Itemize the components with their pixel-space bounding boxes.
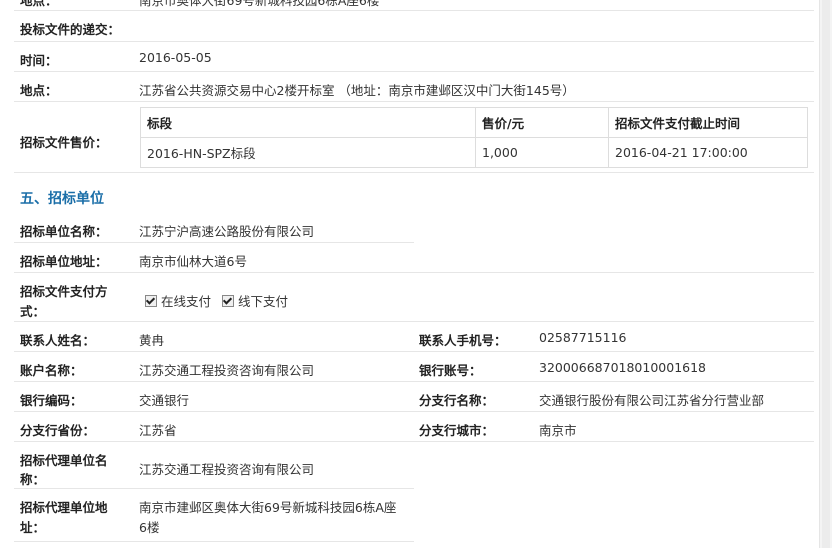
online-pay-label: 在线支付 bbox=[161, 294, 212, 309]
agent-name-value: 江苏交通工程投资咨询有限公司 bbox=[139, 462, 315, 477]
row-org-name: 招标单位名称： 江苏宁沪高速公路股份有限公司 bbox=[14, 213, 414, 243]
location-value: 江苏省公共资源交易中心2楼开标室 （地址：南京市建邺区汉中门大街145号） bbox=[139, 83, 575, 98]
branch-label: 分支行名称： bbox=[419, 393, 495, 408]
top-location-value: 南京市奥体大街69号新城科技园6栋A座6楼 bbox=[139, 0, 380, 8]
bid-submit-label: 投标文件的递交： bbox=[20, 22, 121, 37]
bank-value: 交通银行 bbox=[139, 393, 190, 408]
agent-name-label-2: 称： bbox=[20, 472, 46, 487]
agent-addr-label-1: 招标代理单位地 bbox=[20, 500, 108, 515]
row-location: 地点： 江苏省公共资源交易中心2楼开标室 （地址：南京市建邺区汉中门大街145号… bbox=[14, 72, 814, 102]
row-province: 分支行省份： 江苏省 分支行城市： 南京市 bbox=[14, 412, 814, 442]
org-name-value: 江苏宁沪高速公路股份有限公司 bbox=[139, 224, 315, 239]
table-row: 2016-HN-SPZ标段 1,000 2016-04-21 17:00:00 bbox=[140, 137, 808, 168]
row-bid-submit: 投标文件的递交： bbox=[14, 11, 814, 42]
cell-deadline: 2016-04-21 17:00:00 bbox=[608, 137, 808, 168]
row-org-addr: 招标单位地址： 南京市仙林大道6号 bbox=[14, 243, 814, 273]
header-deadline: 招标文件支付截止时间 bbox=[608, 107, 808, 138]
province-value: 江苏省 bbox=[139, 423, 177, 438]
top-location-label: 地点： bbox=[20, 0, 58, 8]
section-title-bidder: 五、招标单位 bbox=[20, 191, 104, 207]
contact-value: 黄冉 bbox=[139, 333, 165, 348]
location-label: 地点： bbox=[20, 83, 58, 98]
org-addr-label: 招标单位地址： bbox=[20, 254, 108, 269]
agent-addr-label-2: 址： bbox=[20, 520, 46, 535]
org-name-label: 招标单位名称： bbox=[20, 224, 108, 239]
offline-pay-checkbox[interactable] bbox=[222, 295, 234, 307]
agent-addr-value-1: 南京市建邺区奥体大街69号新城科技园6栋A座 bbox=[139, 500, 397, 515]
offline-pay-label: 线下支付 bbox=[238, 294, 289, 309]
row-time: 时间： 2016-05-05 bbox=[14, 42, 814, 72]
pay-method-label-2: 式： bbox=[20, 304, 46, 319]
org-addr-value: 南京市仙林大道6号 bbox=[139, 254, 247, 269]
phone-label: 联系人手机号： bbox=[419, 333, 507, 348]
cell-section: 2016-HN-SPZ标段 bbox=[140, 137, 476, 168]
bank-label: 银行编码： bbox=[20, 393, 83, 408]
pay-method-label-1: 招标文件支付方 bbox=[20, 284, 108, 299]
vertical-scrollbar[interactable] bbox=[819, 0, 832, 548]
agent-name-label-1: 招标代理单位名 bbox=[20, 453, 108, 468]
agent-addr-value-2: 6楼 bbox=[139, 520, 160, 535]
account-label: 账户名称： bbox=[20, 363, 83, 378]
cell-price: 1,000 bbox=[475, 137, 609, 168]
row-agent-name: 招标代理单位名 称： 江苏交通工程投资咨询有限公司 bbox=[14, 442, 414, 489]
row-bank: 银行编码： 交通银行 分支行名称： 交通银行股份有限公司江苏省分行营业部 bbox=[14, 382, 814, 412]
header-section: 标段 bbox=[140, 107, 476, 138]
phone-value: 02587715116 bbox=[539, 330, 627, 345]
header-price: 售价/元 bbox=[475, 107, 609, 138]
online-pay-checkbox[interactable] bbox=[145, 295, 157, 307]
province-label: 分支行省份： bbox=[20, 423, 96, 438]
bank-no-label: 银行账号： bbox=[419, 363, 482, 378]
price-table: 标段 售价/元 招标文件支付截止时间 2016-HN-SPZ标段 1,000 2… bbox=[140, 107, 808, 168]
pay-online-option[interactable]: 在线支付 bbox=[145, 291, 211, 310]
row-pay-method: 招标文件支付方 式： 在线支付 线下支付 bbox=[14, 273, 814, 322]
branch-value: 交通银行股份有限公司江苏省分行营业部 bbox=[539, 393, 765, 408]
row-agent-addr: 招标代理单位地 址： 南京市建邺区奥体大街69号新城科技园6栋A座 6楼 bbox=[14, 489, 414, 542]
bank-no-value: 32000668701801000161​8 bbox=[539, 360, 707, 375]
account-value: 江苏交通工程投资咨询有限公司 bbox=[139, 363, 315, 378]
price-label: 招标文件售价： bbox=[20, 135, 108, 150]
time-value: 2016-05-05 bbox=[139, 50, 212, 65]
contact-label: 联系人姓名： bbox=[20, 333, 96, 348]
city-value: 南京市 bbox=[539, 423, 577, 438]
time-label: 时间： bbox=[20, 53, 58, 68]
scrollbar-thumb[interactable] bbox=[822, 0, 830, 548]
row-top-location: 地点： 南京市奥体大街69号新城科技园6栋A座6楼 bbox=[14, 0, 814, 11]
row-contact: 联系人姓名： 黄冉 联系人手机号： 02587715116 bbox=[14, 322, 814, 352]
pay-offline-option[interactable]: 线下支付 bbox=[222, 291, 288, 310]
price-table-header: 标段 售价/元 招标文件支付截止时间 bbox=[140, 107, 808, 138]
row-account: 账户名称： 江苏交通工程投资咨询有限公司 银行账号： 3200066870180… bbox=[14, 352, 814, 382]
city-label: 分支行城市： bbox=[419, 423, 495, 438]
